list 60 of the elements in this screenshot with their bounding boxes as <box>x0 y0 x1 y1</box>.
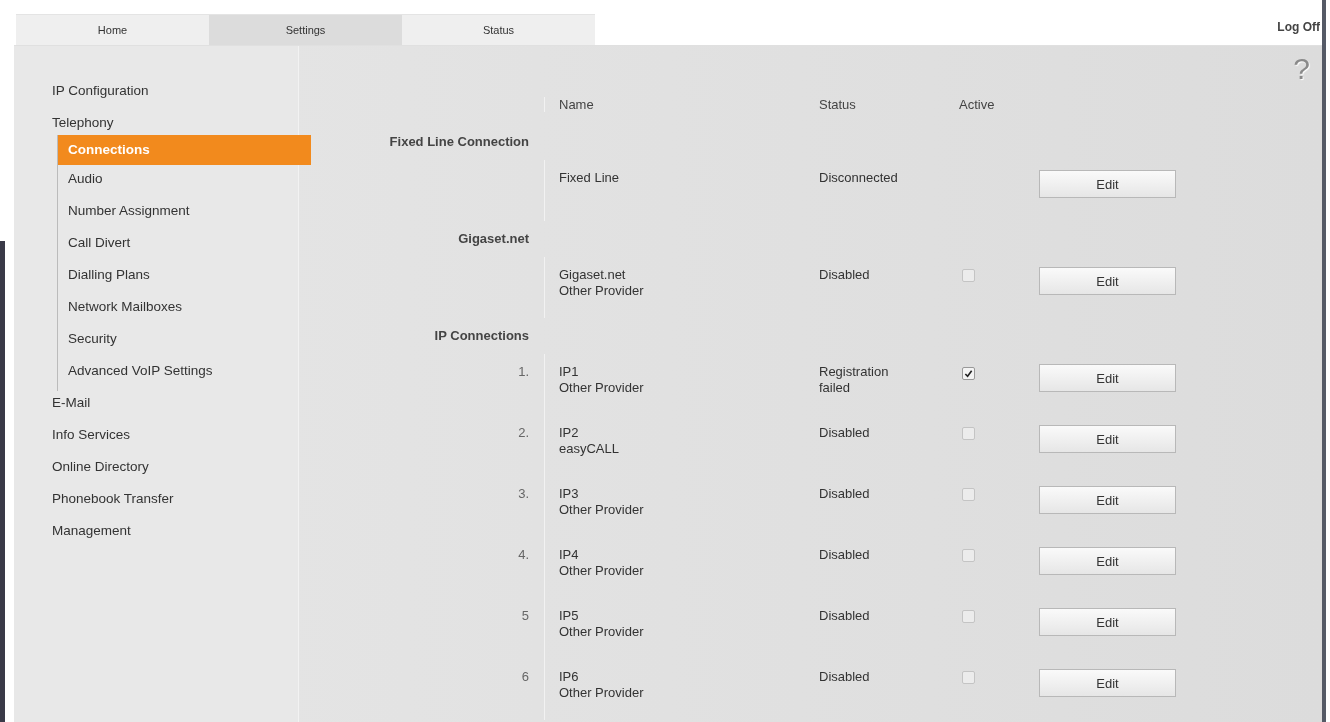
connection-name: IP3 Other Provider <box>559 486 644 518</box>
connection-status: Disabled <box>819 608 871 624</box>
sidebar-item[interactable]: Network Mailboxes <box>58 295 183 327</box>
sidebar-item[interactable]: Info Services <box>14 423 131 455</box>
connection-status: Disabled <box>819 547 871 563</box>
sidebar-item[interactable]: IP Configuration <box>14 79 149 111</box>
row-number: 5 <box>521 608 529 623</box>
connection-name: IP1 Other Provider <box>559 364 644 396</box>
connection-status: Disabled <box>819 486 871 502</box>
row-number: 6 <box>521 669 529 684</box>
active-checkbox[interactable] <box>962 269 975 282</box>
sidebar-item[interactable]: Advanced VoIP Settings <box>58 359 213 391</box>
edit-button[interactable]: Edit <box>1039 486 1176 514</box>
active-checkbox[interactable] <box>962 427 975 440</box>
column-header: Active <box>959 96 995 112</box>
edit-button[interactable]: Edit <box>1039 608 1176 636</box>
row-number: 2. <box>518 425 529 440</box>
tab[interactable]: Status <box>402 14 595 45</box>
connection-status: Disabled <box>819 267 871 283</box>
log-off-link[interactable]: Log Off <box>1277 20 1320 34</box>
connection-name: IP6 Other Provider <box>559 669 644 701</box>
active-checkbox[interactable] <box>962 671 975 684</box>
connection-name: Gigaset.net Other Provider <box>559 267 644 299</box>
active-checkbox[interactable] <box>962 610 975 623</box>
section-heading: Gigaset.net <box>458 231 529 246</box>
sidebar-item[interactable]: Audio <box>58 167 103 199</box>
row-number: 1. <box>518 364 529 379</box>
edit-button[interactable]: Edit <box>1039 364 1176 392</box>
sidebar-item[interactable]: E-Mail <box>14 391 91 423</box>
connection-name: Fixed Line <box>559 170 619 186</box>
active-checkbox[interactable] <box>962 488 975 501</box>
edit-button[interactable]: Edit <box>1039 669 1176 697</box>
connection-name: IP4 Other Provider <box>559 547 644 579</box>
sidebar-item[interactable]: Number Assignment <box>58 199 190 231</box>
sidebar-item[interactable]: Online Directory <box>14 455 149 487</box>
connection-name: IP2 easyCALL <box>559 425 619 457</box>
row-number: 3. <box>518 486 529 501</box>
sidebar-item[interactable]: Security <box>58 327 117 359</box>
connection-status: Disabled <box>819 425 871 441</box>
sidebar-item[interactable]: Phonebook Transfer <box>14 487 174 519</box>
edit-button[interactable]: Edit <box>1039 547 1176 575</box>
column-header: Status <box>819 96 856 112</box>
connection-status: Disabled <box>819 669 871 685</box>
sidebar-item[interactable]: Dialling Plans <box>58 263 150 295</box>
connection-status: Registration failed <box>819 364 890 396</box>
tab[interactable]: Settings <box>209 14 402 45</box>
column-header: Name <box>559 96 594 112</box>
edit-button[interactable]: Edit <box>1039 170 1176 198</box>
sidebar-item[interactable]: Call Divert <box>58 231 131 263</box>
active-checkbox[interactable] <box>962 367 975 380</box>
edit-button[interactable]: Edit <box>1039 267 1176 295</box>
tab[interactable]: Home <box>16 14 209 45</box>
connection-status: Disconnected <box>819 170 899 186</box>
connection-name: IP5 Other Provider <box>559 608 644 640</box>
row-number: 4. <box>518 547 529 562</box>
section-heading: IP Connections <box>434 328 529 343</box>
sidebar-item[interactable]: Management <box>14 519 131 551</box>
active-checkbox[interactable] <box>962 549 975 562</box>
section-heading: Fixed Line Connection <box>389 134 529 149</box>
edit-button[interactable]: Edit <box>1039 425 1176 453</box>
